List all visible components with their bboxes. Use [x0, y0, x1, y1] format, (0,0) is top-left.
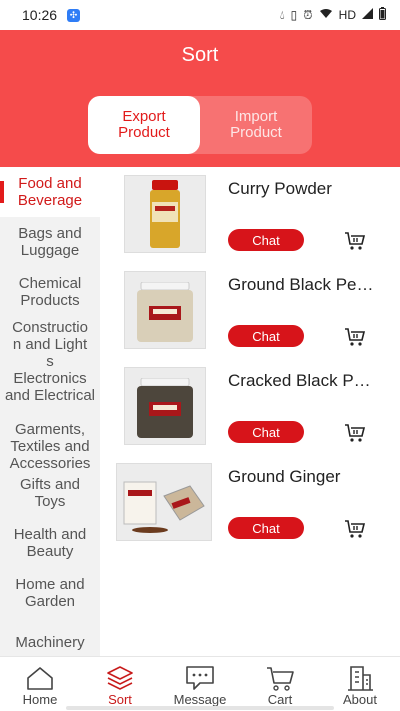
sidebar-item-label: Home and Garden [15, 576, 85, 610]
tab-label: Home [22, 692, 58, 707]
tab-message[interactable]: Message [160, 657, 240, 711]
bottom-tab-bar: Home Sort Message Cart About [0, 656, 400, 711]
network-type: HD [338, 8, 356, 22]
export-product-tab[interactable]: Export Product [88, 96, 200, 154]
sidebar-item-label: Health and Beauty [13, 526, 87, 560]
tab-label: Sort [108, 692, 132, 707]
sidebar-item-label: Gifts and Toys [19, 476, 81, 510]
home-icon [27, 667, 53, 690]
tab-label: About [343, 692, 377, 707]
product-name: Curry Powder [228, 179, 332, 198]
tab-home[interactable]: Home [0, 657, 80, 711]
product-image[interactable] [124, 175, 206, 253]
add-to-cart-icon[interactable] [344, 423, 366, 443]
sidebar-item-home-and-garden[interactable]: Home and Garden [0, 570, 100, 620]
alarm-icon: ⏰︎ [303, 7, 313, 22]
battery-icon [379, 7, 386, 23]
vibrate-icon: ▯ [290, 8, 298, 22]
add-to-cart-icon[interactable] [344, 519, 366, 539]
header: Sort Export Product Import Product [0, 30, 400, 167]
product-item[interactable]: Ground Black Pepper Chat [100, 263, 400, 359]
product-item[interactable]: Ground Ginger Chat [100, 455, 400, 551]
chat-button[interactable]: Chat [228, 517, 304, 539]
sidebar-item-chemical-products[interactable]: Chemical Products [0, 267, 100, 317]
cart-icon [267, 667, 294, 691]
tab-label: Cart [267, 692, 293, 707]
sidebar-item-label: Machinery [15, 634, 85, 651]
status-bar: 10:26 ✣ 💧︎ ▯ ⏰︎ HD [0, 0, 400, 30]
sidebar-item-machinery[interactable]: Machinery [0, 620, 100, 656]
chat-button[interactable]: Chat [228, 325, 304, 347]
building-icon [348, 666, 373, 691]
tab-cart[interactable]: Cart [240, 657, 320, 711]
signal-icon [362, 8, 373, 22]
status-time: 10:26 [22, 7, 58, 23]
add-to-cart-icon[interactable] [344, 231, 366, 251]
product-list[interactable]: Curry Powder Chat Ground Black Pepper Ch… [100, 167, 400, 656]
product-image[interactable] [124, 367, 206, 445]
sidebar-item-label: Chemical Products [18, 275, 82, 309]
spice-jar-image [137, 282, 193, 342]
spice-box-image [123, 481, 205, 533]
spice-jar-image [137, 378, 193, 438]
chat-button[interactable]: Chat [228, 421, 304, 443]
page-title: Sort [181, 44, 219, 66]
tab-sort[interactable]: Sort [80, 657, 160, 711]
spice-jar-image [150, 180, 180, 248]
product-image[interactable] [124, 271, 206, 349]
category-sidebar[interactable]: Food and Beverage Bags and Luggage Chemi… [0, 167, 100, 656]
sidebar-item-label: Food and Beverage [17, 175, 83, 209]
product-image[interactable] [116, 463, 212, 541]
sidebar-item-bags-and-luggage[interactable]: Bags and Luggage [0, 217, 100, 267]
product-name: Ground Ginger [228, 467, 341, 486]
message-icon [186, 666, 214, 690]
import-product-tab[interactable]: Import Product [200, 96, 312, 154]
chat-button[interactable]: Chat [228, 229, 304, 251]
sidebar-item-label: Electronics and Electrical [4, 370, 96, 404]
sidebar-item-construction-and-lights[interactable]: Construction and Lights [0, 317, 100, 370]
app-notification-icon: ✣ [67, 8, 81, 22]
sidebar-item-food-and-beverage[interactable]: Food and Beverage [0, 167, 100, 217]
product-item[interactable]: Cracked Black Pepper Chat [100, 359, 400, 455]
tab-label: Message [173, 692, 227, 707]
sidebar-item-gifts-and-toys[interactable]: Gifts and Toys [0, 470, 100, 520]
sidebar-item-health-and-beauty[interactable]: Health and Beauty [0, 520, 100, 570]
drop-icon: 💧︎ [279, 7, 285, 22]
product-type-toggle: Export Product Import Product [88, 96, 312, 154]
product-item[interactable]: Curry Powder Chat [100, 167, 400, 263]
import-product-label: Import Product [230, 108, 282, 141]
tab-about[interactable]: About [320, 657, 400, 711]
wifi-icon [319, 8, 333, 22]
product-name: Cracked Black Pepper [228, 371, 378, 390]
sidebar-item-label: Bags and Luggage [18, 225, 82, 259]
sidebar-item-label: Construction and Lights [12, 319, 88, 370]
layers-icon [107, 666, 133, 690]
gesture-bar [66, 706, 334, 710]
add-to-cart-icon[interactable] [344, 327, 366, 347]
product-name: Ground Black Pepper [228, 275, 378, 294]
sidebar-item-garments-textiles[interactable]: Garments, Textiles and Accessories [0, 419, 100, 472]
sidebar-item-electronics-and-electrical[interactable]: Electronics and Electrical [0, 368, 100, 419]
sidebar-item-label: Garments, Textiles and Accessories [9, 421, 91, 472]
export-product-label: Export Product [118, 108, 170, 141]
